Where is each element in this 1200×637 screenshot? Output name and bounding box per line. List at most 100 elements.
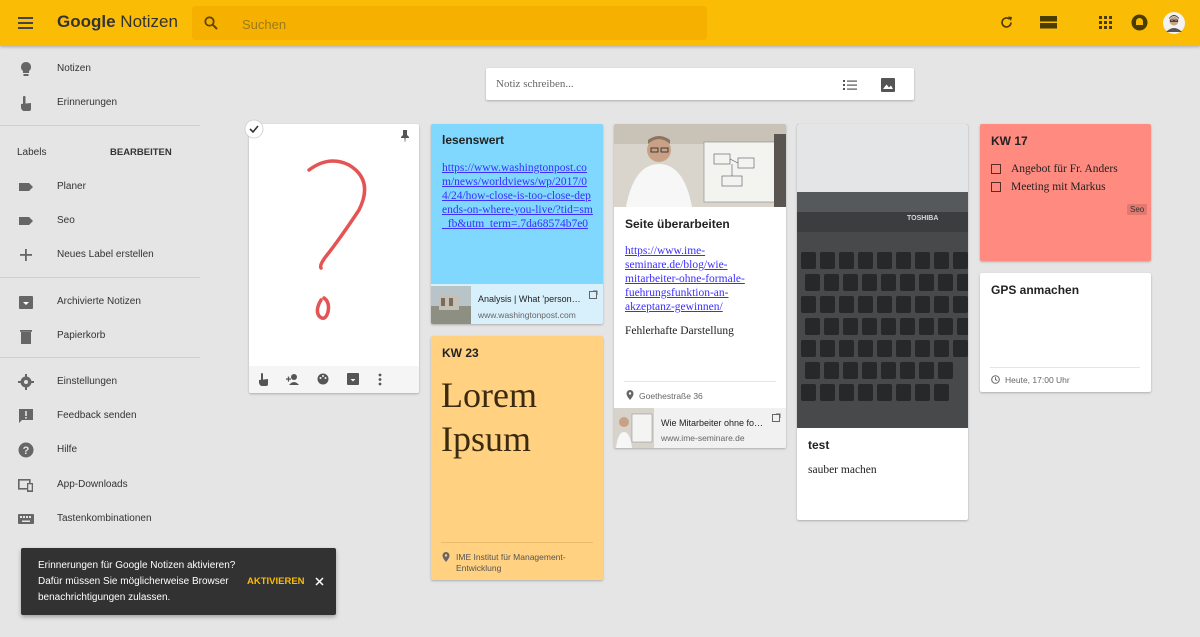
account-avatar[interactable] [1163, 12, 1185, 34]
notifications-icon[interactable] [1131, 14, 1148, 31]
search-box[interactable] [192, 6, 707, 42]
bulb-icon [21, 62, 31, 76]
divider [0, 357, 200, 358]
sidebar-item-downloads[interactable]: App-Downloads [0, 470, 200, 500]
sidebar-item-label: Seo [57, 215, 75, 226]
archive-icon[interactable] [347, 373, 359, 385]
note-text: Fehlerhafte Darstellung [625, 325, 734, 337]
open-external-icon[interactable] [589, 290, 598, 299]
note-title: Seite überarbeiten [625, 217, 730, 231]
keyboard-key [915, 340, 930, 357]
note-title: lesenswert [442, 133, 505, 147]
sidebar-item-label: Notizen [57, 63, 91, 74]
keyboard-key [881, 274, 896, 291]
sidebar-item-label: Erinnerungen [57, 97, 118, 108]
label-icon [19, 183, 33, 191]
sidebar-item-seo[interactable]: Seo [0, 206, 200, 236]
note-text: sauber machen [808, 464, 877, 476]
open-external-icon[interactable] [772, 413, 781, 422]
collaborator-icon[interactable] [286, 374, 300, 385]
list-view-icon[interactable] [1040, 15, 1057, 30]
divider [990, 367, 1140, 368]
more-icon[interactable] [378, 373, 382, 386]
note-kw17[interactable]: KW 17 Angebot für Fr. Anders Meeting mit… [980, 124, 1151, 261]
note-link[interactable]: https://www.washingtonpost.com/news/worl… [442, 161, 594, 231]
sidebar-item-feedback[interactable]: Feedback senden [0, 401, 200, 431]
location-pin-icon [442, 552, 450, 562]
divider [0, 125, 200, 126]
keyboard-key [843, 318, 858, 335]
sidebar-item-einstellungen[interactable]: Einstellungen [0, 367, 200, 397]
sidebar-item-hilfe[interactable]: ? Hilfe [0, 435, 200, 465]
archive-icon [19, 296, 33, 309]
keyboard-key [915, 384, 930, 401]
link-preview[interactable]: Wie Mitarbeiter ohne fo… www.ime-seminar… [614, 408, 786, 448]
keyboard-key [896, 296, 911, 313]
sidebar-item-new-label[interactable]: Neues Label erstellen [0, 240, 200, 270]
keyboard-key [858, 384, 873, 401]
compose-placeholder[interactable]: Notiz schreiben... [496, 78, 574, 90]
checkbox[interactable] [991, 182, 1001, 192]
help-icon: ? [18, 442, 34, 458]
app-logo[interactable]: Google Notizen [57, 12, 178, 32]
sidebar-item-papierkorb[interactable]: Papierkorb [0, 321, 200, 351]
sidebar-item-archiv[interactable]: Archivierte Notizen [0, 287, 200, 317]
keyboard-key [839, 252, 854, 269]
keyboard-key [915, 252, 930, 269]
note-gps[interactable]: GPS anmachen Heute, 17:00 Uhr [980, 273, 1151, 392]
note-image [614, 124, 786, 207]
menu-icon[interactable] [18, 16, 34, 30]
note-seite-ueberarbeiten[interactable]: Seite überarbeiten https://www.ime-semin… [614, 124, 786, 448]
note-title: test [808, 438, 830, 452]
apps-grid-icon[interactable] [1099, 16, 1112, 29]
refresh-icon[interactable] [999, 15, 1014, 30]
toast-activate-button[interactable]: AKTIVIEREN [247, 576, 305, 587]
keyboard-key [877, 296, 892, 313]
keyboard-key [896, 252, 911, 269]
image-icon[interactable] [881, 78, 895, 92]
note-link[interactable]: https://www.ime-seminare.de/blog/wie-mit… [625, 244, 775, 314]
keyboard-key [957, 318, 968, 335]
close-icon[interactable] [315, 577, 324, 586]
note-toolbar [249, 366, 419, 393]
keyboard-key [862, 274, 877, 291]
gear-icon [18, 374, 34, 390]
keyboard-key [934, 384, 949, 401]
keyboard-key [820, 384, 835, 401]
note-image: TOSHIBA [797, 124, 968, 428]
sidebar-item-erinnerungen[interactable]: Erinnerungen [0, 88, 200, 118]
note-kw23[interactable]: KW 23 Lorem Ipsum IME Institut für Manag… [431, 336, 603, 580]
divider [441, 542, 593, 543]
note-title: KW 17 [991, 134, 1028, 148]
keyboard-key [858, 296, 873, 313]
note-lesenswert[interactable]: lesenswert https://www.washingtonpost.co… [431, 124, 603, 324]
label-chip[interactable]: Seo [1127, 204, 1148, 215]
sidebar-item-label: Hilfe [57, 444, 78, 455]
sidebar-item-tastenkombinationen[interactable]: Tastenkombinationen [0, 504, 200, 534]
feedback-icon [19, 409, 33, 423]
link-preview[interactable]: Analysis | What 'person… www.washingtonp… [431, 284, 603, 324]
reminder-hand-icon[interactable] [257, 373, 270, 386]
pin-icon[interactable] [400, 130, 410, 142]
search-input[interactable] [240, 6, 684, 42]
keyboard-key [953, 340, 968, 357]
sidebar-item-notizen[interactable]: Notizen [0, 54, 200, 84]
keyboard-key [953, 296, 968, 313]
sidebar-item-planer[interactable]: Planer [0, 172, 200, 202]
search-icon[interactable] [204, 16, 218, 30]
link-preview-domain: www.ime-seminare.de [661, 433, 745, 443]
sidebar-item-label: Feedback senden [57, 410, 137, 421]
compose-note-bar[interactable]: Notiz schreiben... [486, 68, 914, 100]
keyboard-key [953, 252, 968, 269]
keyboard-key [862, 318, 877, 335]
labels-edit-button[interactable]: BEARBEITEN [110, 147, 172, 158]
keyboard-key [801, 252, 816, 269]
label-icon [19, 217, 33, 225]
checkbox[interactable] [991, 164, 1001, 174]
keyboard-key [839, 296, 854, 313]
note-drawing[interactable] [249, 124, 419, 393]
palette-icon[interactable] [317, 373, 329, 385]
note-test[interactable]: TOSHIBA test sauber machen [797, 124, 968, 520]
checklist-icon[interactable] [843, 79, 857, 91]
select-check-icon[interactable] [244, 119, 264, 139]
